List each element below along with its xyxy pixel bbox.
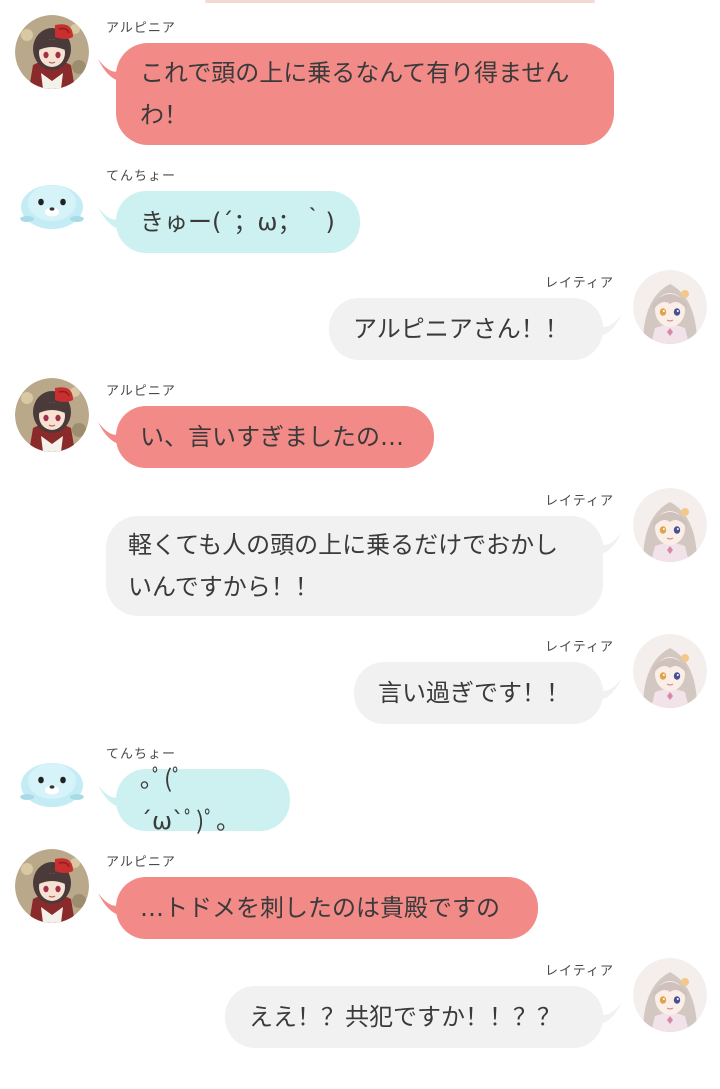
speaker-name: レイティア bbox=[545, 964, 614, 979]
speaker-name: てんちょー bbox=[106, 169, 177, 184]
message-text: アルピニアさん！！ bbox=[353, 315, 569, 343]
message-bubble: ええ！？共犯ですか！！？？ bbox=[225, 986, 603, 1048]
message-bubble: きゅー(´；ω；｀) bbox=[116, 191, 360, 253]
leitia-avatar[interactable] bbox=[633, 488, 707, 562]
message-bubble: ｡ﾟ(ﾟ´ω`ﾟ)ﾟ｡ bbox=[116, 765, 290, 835]
albiniar-avatar[interactable] bbox=[15, 849, 89, 923]
message-bubble: い、言いすぎましたの… bbox=[116, 406, 434, 468]
speaker-name: レイティア bbox=[545, 276, 614, 291]
speaker-name: アルピニア bbox=[106, 855, 176, 870]
tencho-avatar[interactable] bbox=[15, 741, 89, 815]
tencho-avatar[interactable] bbox=[15, 163, 89, 237]
message-text: ええ！？共犯ですか！！？？ bbox=[249, 1003, 561, 1031]
chat-message: レイティア ええ！？共犯ですか！！？？ bbox=[0, 958, 720, 1050]
message-text: い、言いすぎましたの… bbox=[140, 423, 404, 451]
speaker-name: レイティア bbox=[545, 640, 614, 655]
albiniar-avatar[interactable] bbox=[15, 378, 89, 452]
message-text: 言い過ぎです！！ bbox=[378, 679, 570, 707]
message-bubble: …トドメを刺したのは貴殿ですの bbox=[116, 877, 538, 939]
chat-message: アルピニア これで頭の上に乗るなんて有り得ませんわ！ bbox=[0, 15, 720, 150]
chat-message: てんちょー ｡ﾟ(ﾟ´ω`ﾟ)ﾟ｡ bbox=[0, 741, 720, 835]
speaker-name: アルピニア bbox=[106, 21, 176, 36]
message-bubble: 軽くても人の頭の上に乗るだけでおかしいんですから！！ bbox=[106, 516, 603, 616]
chat-message: てんちょー きゅー(´；ω；｀) bbox=[0, 163, 720, 255]
message-text: ｡ﾟ(ﾟ´ω`ﾟ)ﾟ｡ bbox=[140, 765, 229, 835]
chat-message: レイティア アルピニアさん！！ bbox=[0, 270, 720, 362]
message-bubble: アルピニアさん！！ bbox=[329, 298, 603, 360]
chat-message: アルピニア …トドメを刺したのは貴殿ですの bbox=[0, 849, 720, 941]
message-text: きゅー(´；ω；｀) bbox=[140, 208, 335, 236]
chat-message: レイティア 言い過ぎです！！ bbox=[0, 634, 720, 726]
leitia-avatar[interactable] bbox=[633, 634, 707, 708]
message-text: これで頭の上に乗るなんて有り得ませんわ！ bbox=[140, 59, 570, 129]
message-text: …トドメを刺したのは貴殿ですの bbox=[140, 894, 500, 922]
bubble-tail bbox=[600, 314, 622, 336]
speaker-name: アルピニア bbox=[106, 384, 176, 399]
message-text: 軽くても人の頭の上に乗るだけでおかしいんですから！！ bbox=[128, 531, 559, 601]
message-bubble: 言い過ぎです！！ bbox=[354, 662, 603, 724]
bubble-tail bbox=[600, 1002, 622, 1024]
albiniar-avatar[interactable] bbox=[15, 15, 89, 89]
chat-message: アルピニア い、言いすぎましたの… bbox=[0, 378, 720, 470]
bubble-tail bbox=[600, 532, 622, 554]
chat-log: アルピニア これで頭の上に乗るなんて有り得ませんわ！ てんちょー きゅー(´；ω… bbox=[0, 0, 720, 1089]
message-bubble: これで頭の上に乗るなんて有り得ませんわ！ bbox=[116, 43, 614, 145]
speaker-name: レイティア bbox=[545, 494, 614, 509]
top-divider bbox=[205, 0, 595, 3]
leitia-avatar[interactable] bbox=[633, 270, 707, 344]
chat-message: レイティア 軽くても人の頭の上に乗るだけでおかしいんですから！！ bbox=[0, 488, 720, 618]
bubble-tail bbox=[600, 678, 622, 700]
leitia-avatar[interactable] bbox=[633, 958, 707, 1032]
